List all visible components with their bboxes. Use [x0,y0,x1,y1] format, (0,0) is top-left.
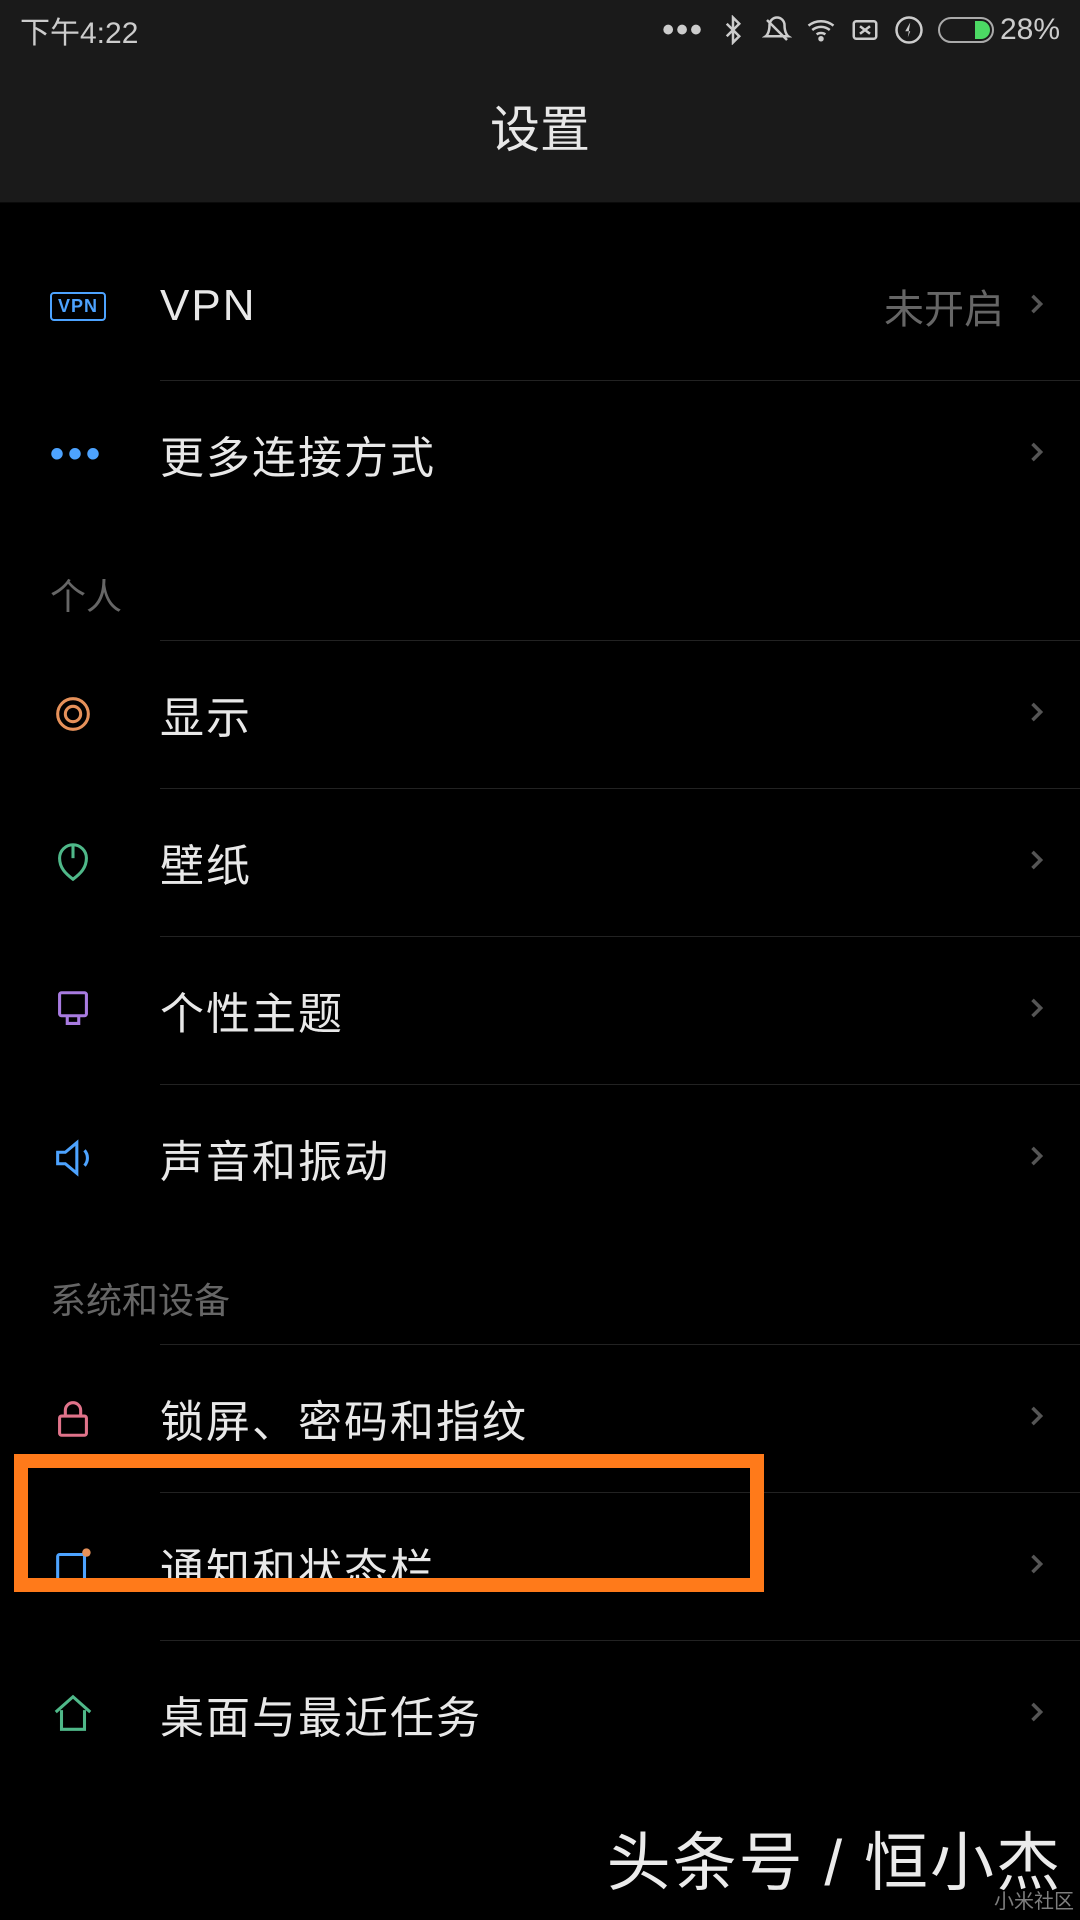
chevron-right-icon [1022,698,1050,731]
row-desktop[interactable]: 桌面与最近任务 [0,1640,1080,1788]
watermark-small: 小米社区 [994,1885,1074,1914]
row-value: 未开启 [884,277,1004,335]
chevron-right-icon [1022,290,1050,323]
row-notification[interactable]: 通知和状态栏 [0,1492,1080,1640]
sound-icon [50,1135,160,1181]
row-theme[interactable]: 个性主题 [0,936,1080,1084]
row-display[interactable]: 显示 [0,640,1080,788]
chevron-right-icon [1022,1698,1050,1731]
settings-list[interactable]: VPN VPN 未开启 ••• 更多连接方式 个人 显示 壁纸 个性主题 声音和… [0,202,1080,1788]
battery-icon: 28% [938,13,1060,47]
charging-icon [894,15,924,45]
chevron-right-icon [1022,1402,1050,1435]
bluetooth-icon [718,15,748,45]
chevron-right-icon [1022,994,1050,1027]
page-title: 设置 [0,60,1080,202]
row-label: 显示 [160,682,1022,746]
chevron-right-icon [1022,846,1050,879]
wallpaper-icon [50,839,160,885]
row-label: 通知和状态栏 [160,1534,1022,1598]
status-time: 下午4:22 [20,8,138,52]
row-label: VPN [160,281,884,331]
row-more-connections[interactable]: ••• 更多连接方式 [0,380,1080,528]
row-label: 壁纸 [160,830,1022,894]
notification-icon [50,1543,160,1589]
row-lockscreen[interactable]: 锁屏、密码和指纹 [0,1344,1080,1492]
chevron-right-icon [1022,1550,1050,1583]
row-sound[interactable]: 声音和振动 [0,1084,1080,1232]
vpn-icon: VPN [50,292,160,321]
no-sim-icon [850,15,880,45]
row-vpn[interactable]: VPN VPN 未开启 [0,232,1080,380]
section-system: 系统和设备 [0,1232,1080,1344]
dnd-icon [762,15,792,45]
chevron-right-icon [1022,438,1050,471]
row-label: 锁屏、密码和指纹 [160,1386,1022,1450]
row-label: 更多连接方式 [160,422,1022,486]
row-label: 个性主题 [160,978,1022,1042]
more-connections-icon: ••• [50,432,160,477]
display-icon [50,691,160,737]
row-label: 桌面与最近任务 [160,1682,1022,1746]
home-icon [50,1691,160,1737]
wifi-icon [806,15,836,45]
chevron-right-icon [1022,1142,1050,1175]
battery-percent: 28% [1000,13,1060,47]
row-wallpaper[interactable]: 壁纸 [0,788,1080,936]
more-icon: ••• [662,11,704,50]
row-label: 声音和振动 [160,1126,1022,1190]
status-bar: 下午4:22 ••• 28% [0,0,1080,60]
status-icons: ••• 28% [662,11,1060,50]
lock-icon [50,1395,160,1441]
theme-icon [50,987,160,1033]
divider [0,202,1080,232]
section-personal: 个人 [0,528,1080,640]
